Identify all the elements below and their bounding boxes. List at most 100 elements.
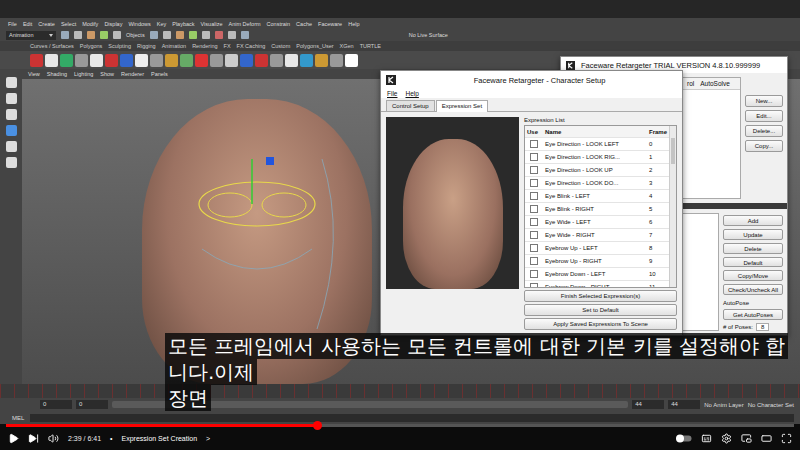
menu-item[interactable]: Visualize	[201, 21, 223, 27]
snap-icon[interactable]	[163, 31, 171, 39]
pose-button[interactable]: Check/Uncheck All	[723, 284, 783, 295]
table-row[interactable]: Eyebrow Up - RIGHT9	[525, 255, 669, 268]
shelf-tool-icon[interactable]	[120, 54, 133, 67]
table-row[interactable]: Eye Direction - LOOK LEFT0	[525, 138, 669, 151]
column-header[interactable]: Frame	[647, 129, 669, 135]
use-checkbox[interactable]	[530, 166, 538, 174]
start-field[interactable]: 0	[40, 400, 72, 409]
shelf-tab[interactable]: Animation	[162, 43, 186, 49]
status-icon[interactable]	[100, 31, 108, 39]
tool-icon[interactable]	[6, 125, 17, 136]
tool-icon[interactable]	[6, 109, 17, 120]
status-icon[interactable]	[74, 31, 82, 39]
shelf-tab[interactable]: FX	[224, 43, 231, 49]
table-row[interactable]: Eye Direction - LOOK DO...3	[525, 177, 669, 190]
panel-menu-item[interactable]: Show	[100, 71, 114, 77]
shelf-tool-icon[interactable]	[195, 54, 208, 67]
side-button[interactable]: Copy...	[745, 140, 783, 152]
table-row[interactable]: Eye Blink - LEFT4	[525, 190, 669, 203]
menu-item[interactable]: Windows	[128, 21, 150, 27]
live-surface[interactable]: No Live Surface	[409, 32, 448, 38]
column-header[interactable]: AutoSolve	[700, 80, 730, 87]
panel-menu-item[interactable]: Panels	[151, 71, 168, 77]
use-checkbox[interactable]	[530, 218, 538, 226]
side-button[interactable]: New...	[745, 95, 783, 107]
table-row[interactable]: Eyebrow Up - LEFT8	[525, 242, 669, 255]
panel-menu-item[interactable]: Lighting	[74, 71, 93, 77]
autoplay-toggle-icon[interactable]	[676, 434, 692, 443]
poses-field[interactable]: 8	[756, 323, 769, 331]
shelf-tool-icon[interactable]	[300, 54, 313, 67]
column-header[interactable]: Use	[525, 129, 543, 135]
progress-knob[interactable]	[313, 421, 322, 430]
shelf-tab[interactable]: Curves / Surfaces	[30, 43, 74, 49]
play-icon[interactable]	[8, 433, 19, 444]
shelf-tab[interactable]: FX Caching	[237, 43, 266, 49]
use-checkbox[interactable]	[530, 257, 538, 265]
table-row[interactable]: Eye Blink - RIGHT5	[525, 203, 669, 216]
shelf-tool-icon[interactable]	[240, 54, 253, 67]
miniplayer-icon[interactable]	[741, 433, 752, 444]
shelf-tool-icon[interactable]	[315, 54, 328, 67]
dialog-button[interactable]: Apply Saved Expressions To Scene	[524, 318, 677, 330]
table-row[interactable]: Eye Direction - LOOK RIG...1	[525, 151, 669, 164]
tool-icon[interactable]	[6, 141, 17, 152]
get-autoposes-button[interactable]: Get AutoPoses	[723, 309, 783, 320]
panel-menu-item[interactable]: Renderer	[121, 71, 144, 77]
column-header[interactable]: Name	[543, 129, 647, 135]
theater-icon[interactable]	[761, 433, 772, 444]
selection-mode[interactable]: Objects	[126, 32, 145, 38]
dialog-button[interactable]: Set to Default	[524, 304, 677, 316]
menu-item[interactable]: Key	[157, 21, 166, 27]
pose-button[interactable]: Delete	[723, 243, 783, 254]
menu-item[interactable]: Edit	[23, 21, 32, 27]
shelf-tool-icon[interactable]	[165, 54, 178, 67]
use-checkbox[interactable]	[530, 244, 538, 252]
shelf-tool-icon[interactable]	[60, 54, 73, 67]
menu-item[interactable]: Constrain	[267, 21, 291, 27]
tool-icon[interactable]	[6, 77, 17, 88]
tab[interactable]: Control Setup	[386, 100, 435, 111]
command-language[interactable]: MEL	[12, 415, 24, 421]
shelf-tab[interactable]: Polygons_User	[296, 43, 333, 49]
shelf-tab[interactable]: TURTLE	[360, 43, 381, 49]
pose-button[interactable]: Copy/Move	[723, 270, 783, 281]
snap-icon[interactable]	[228, 31, 236, 39]
pose-button[interactable]: Update	[723, 229, 783, 240]
next-icon[interactable]	[28, 433, 39, 444]
progress-bar[interactable]	[6, 424, 794, 427]
dialog-button[interactable]: Finish Selected Expression(s)	[524, 290, 677, 302]
table-row[interactable]: Eyebrow Down - RIGHT11	[525, 281, 669, 288]
snap-icon[interactable]	[215, 31, 223, 39]
timeline[interactable]	[0, 384, 800, 398]
shelf-tool-icon[interactable]	[270, 54, 283, 67]
shelf-tool-icon[interactable]	[345, 54, 358, 67]
snap-icon[interactable]	[176, 31, 184, 39]
shelf-tool-icon[interactable]	[285, 54, 298, 67]
range-end-field[interactable]: 44	[632, 400, 664, 409]
shelf-tool-icon[interactable]	[135, 54, 148, 67]
shelf-tool-icon[interactable]	[225, 54, 238, 67]
shelf-tab[interactable]: Polygons	[80, 43, 103, 49]
tab[interactable]: Expression Set	[436, 100, 488, 112]
shelf-tool-icon[interactable]	[210, 54, 223, 67]
snap-icon[interactable]	[189, 31, 197, 39]
shelf-tool-icon[interactable]	[105, 54, 118, 67]
use-checkbox[interactable]	[530, 153, 538, 161]
snap-icon[interactable]	[202, 31, 210, 39]
tool-icon[interactable]	[6, 157, 17, 168]
anim-layer[interactable]: No Anim Layer	[704, 402, 743, 408]
use-checkbox[interactable]	[530, 283, 538, 288]
pose-button[interactable]: Default	[723, 257, 783, 268]
menu-item[interactable]: Faceware	[318, 21, 342, 27]
snap-icon[interactable]	[150, 31, 158, 39]
end-field[interactable]: 44	[668, 400, 700, 409]
range-start-field[interactable]: 0	[76, 400, 108, 409]
chapter-arrow[interactable]: >	[206, 435, 210, 442]
shelf-tab[interactable]: Rigging	[137, 43, 156, 49]
panel-menu-item[interactable]: Shading	[47, 71, 67, 77]
shelf-tool-icon[interactable]	[180, 54, 193, 67]
menu-item[interactable]: Anim Deform	[228, 21, 260, 27]
table-row[interactable]: Eye Wide - RIGHT7	[525, 229, 669, 242]
shelf-tool-icon[interactable]	[30, 54, 43, 67]
